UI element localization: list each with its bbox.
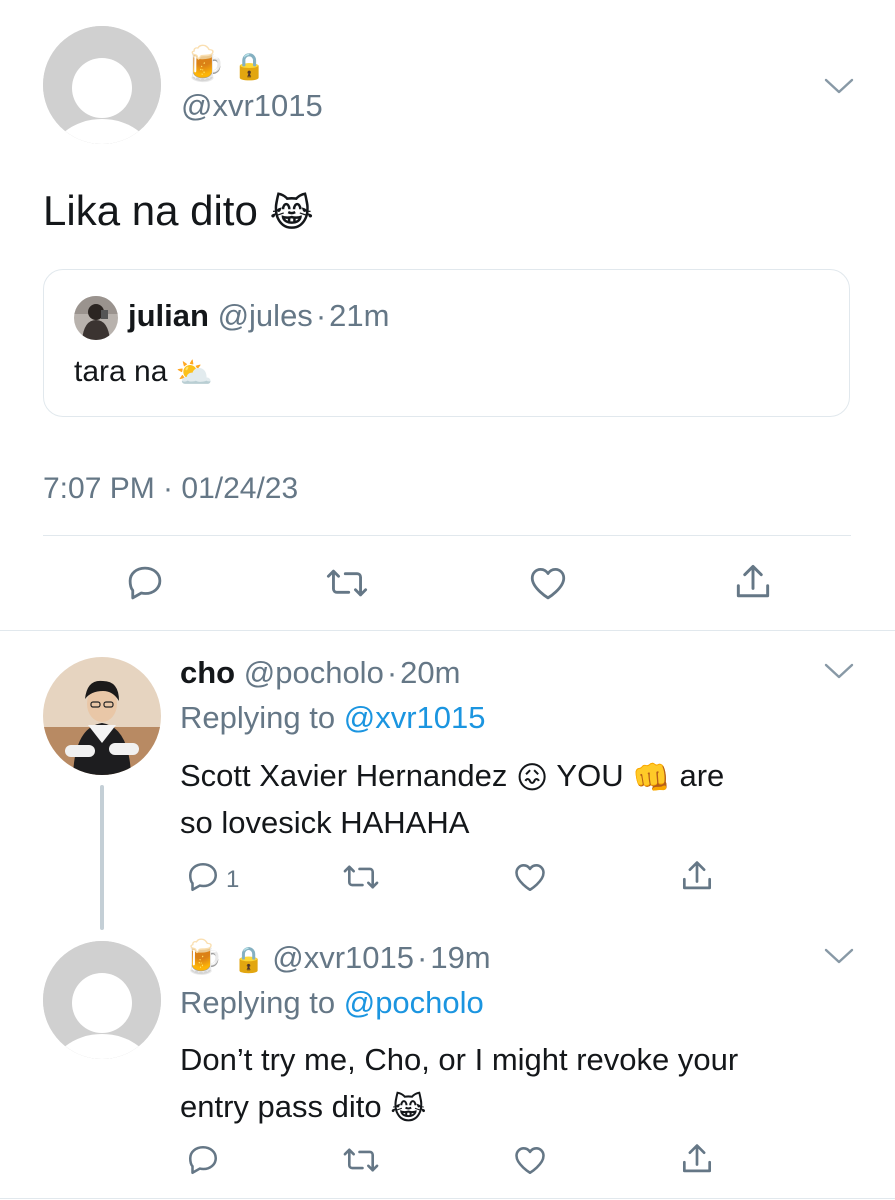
replying-to-label: Replying to [180, 985, 336, 1020]
lock-icon: 🔒 [233, 51, 266, 81]
sun-cloud-emoji: ⛅ [175, 356, 214, 390]
quote-avatar [74, 296, 118, 340]
quote-author-name[interactable]: julian [128, 298, 209, 333]
reply-text: Scott Xavier Hernandez 😖 YOU 👊 are so lo… [180, 753, 724, 845]
divider [43, 535, 851, 536]
avatar[interactable] [43, 657, 161, 775]
replying-to-link[interactable]: @pocholo [344, 985, 484, 1020]
fist-emoji: 👊 [632, 760, 671, 796]
beer-emoji: 🍺 [183, 45, 226, 83]
thread-line [100, 785, 104, 930]
reply-icon[interactable] [185, 1142, 221, 1178]
quote-author-handle[interactable]: @jules [218, 298, 313, 333]
replying-to-label: Replying to [180, 700, 336, 735]
lock-icon: 🔒 [233, 946, 265, 974]
tweet-timestamp[interactable]: 7:07 PM · 01/24/23 [43, 472, 298, 506]
tweet-text: Lika na dito 😹 [43, 186, 314, 239]
author-handle[interactable]: @xvr1015 [272, 940, 414, 975]
like-icon[interactable] [512, 1142, 548, 1178]
reply-text: Don’t try me, Cho, or I might revoke you… [180, 1036, 738, 1132]
author-handle[interactable]: @pocholo [244, 655, 384, 690]
reply-count: 1 [226, 866, 240, 893]
chevron-down-icon[interactable] [824, 77, 854, 95]
quote-time: 21m [329, 298, 390, 333]
like-icon[interactable] [512, 859, 548, 895]
author-handle[interactable]: @xvr1015 [181, 88, 323, 124]
share-icon[interactable] [731, 560, 775, 604]
confounded-emoji: 😖 [516, 760, 549, 796]
author-emojis: 🍺 🔒 [183, 44, 266, 86]
share-icon[interactable] [678, 857, 716, 895]
author-name[interactable]: cho [180, 655, 235, 690]
reply-icon[interactable] [124, 562, 166, 604]
chevron-down-icon[interactable] [824, 947, 854, 965]
bottom-divider [0, 1198, 895, 1199]
retweet-icon[interactable] [342, 1142, 380, 1178]
avatar[interactable] [43, 941, 161, 1059]
cat-joy-emoji: 😹 [390, 1091, 427, 1127]
section-divider [0, 630, 895, 631]
quote-text: tara na ⛅ [74, 355, 214, 390]
retweet-icon[interactable] [325, 562, 369, 604]
replying-to-link[interactable]: @xvr1015 [344, 700, 486, 735]
avatar[interactable] [43, 26, 161, 144]
tweet-time: 19m [430, 940, 491, 975]
cat-joy-emoji: 😹 [269, 192, 314, 235]
like-icon[interactable] [527, 562, 569, 604]
beer-emoji: 🍺 [182, 938, 224, 975]
tweet-time: 20m [400, 655, 461, 690]
reply-icon[interactable] [185, 859, 221, 895]
chevron-down-icon[interactable] [824, 662, 854, 680]
share-icon[interactable] [678, 1140, 716, 1178]
retweet-icon[interactable] [342, 859, 380, 895]
quote-card[interactable]: julian @jules·21m tara na ⛅ [43, 269, 850, 417]
